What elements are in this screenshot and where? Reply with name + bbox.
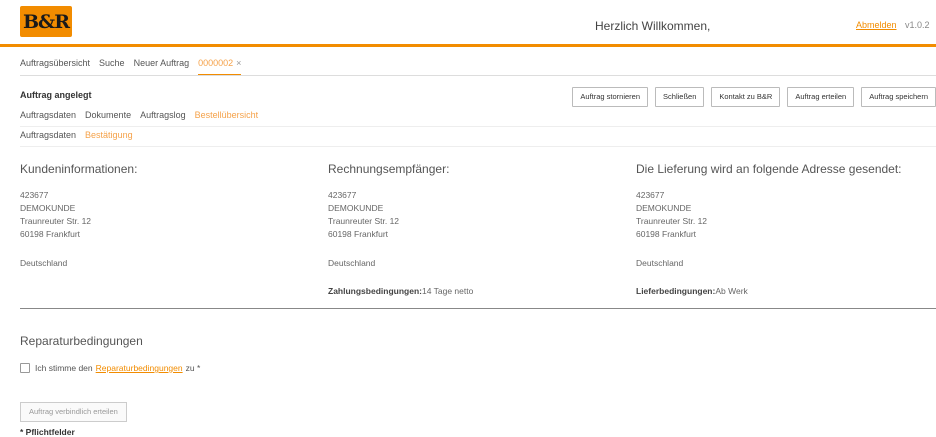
section-divider (20, 308, 936, 309)
contact-button[interactable]: Kontakt zu B&R (711, 87, 781, 107)
tab-auftragslog[interactable]: Auftragslog (140, 110, 186, 127)
consent-checkbox[interactable] (20, 363, 30, 373)
consent-row: Ich stimme den Reparaturbedingungen zu * (20, 363, 200, 373)
divider (20, 75, 936, 76)
customer-name: DEMOKUNDE (20, 203, 76, 213)
divider (20, 126, 936, 127)
tab-order-label: 0000002 (198, 58, 234, 68)
payment-terms: Zahlungsbedingungen:14 Tage netto (328, 286, 473, 296)
cancel-order-button[interactable]: Auftrag stornieren (572, 87, 649, 107)
delivery-country: Deutschland (636, 258, 684, 268)
payment-terms-label: Zahlungsbedingungen: (328, 286, 422, 296)
customer-country: Deutschland (20, 258, 68, 268)
submit-order-button[interactable]: Auftrag verbindlich erteilen (20, 402, 127, 422)
customer-title: Kundeninformationen: (20, 162, 138, 176)
billing-name: DEMOKUNDE (328, 203, 384, 213)
billing-address: 423677 DEMOKUNDE Traunreuter Str. 12 601… (328, 189, 618, 241)
tab-bestaetigung[interactable]: Bestätigung (85, 130, 133, 147)
customer-info: Kundeninformationen: 423677 DEMOKUNDE Tr… (20, 162, 310, 241)
consent-prefix: Ich stimme den (35, 363, 93, 373)
order-status: Auftrag angelegt (20, 90, 92, 100)
delivery-name: DEMOKUNDE (636, 203, 692, 213)
tab-auftragsdaten[interactable]: Auftragsdaten (20, 110, 76, 127)
billing-city: 60198 Frankfurt (328, 229, 389, 239)
delivery-terms: Lieferbedingungen:Ab Werk (636, 286, 748, 296)
divider (20, 146, 936, 147)
logout-link[interactable]: Abmelden (856, 20, 897, 30)
customer-number: 423677 (20, 190, 49, 200)
main-tabs: Auftragsübersicht Suche Neuer Auftrag 00… (20, 58, 250, 75)
tab-bestelluebersicht[interactable]: Bestellübersicht (194, 110, 259, 127)
billing-info: Rechnungsempfänger: 423677 DEMOKUNDE Tra… (328, 162, 618, 241)
version-label: v1.0.2 (905, 20, 930, 30)
repair-title: Reparaturbedingungen (20, 334, 143, 348)
close-icon[interactable]: × (236, 58, 241, 68)
customer-address: 423677 DEMOKUNDE Traunreuter Str. 12 601… (20, 189, 310, 241)
header-accent-bar (0, 44, 936, 47)
br-logo[interactable]: B&R (20, 6, 72, 37)
delivery-terms-label: Lieferbedingungen: (636, 286, 716, 296)
customer-city: 60198 Frankfurt (20, 229, 81, 239)
delivery-city: 60198 Frankfurt (636, 229, 697, 239)
delivery-info: Die Lieferung wird an folgende Adresse g… (636, 162, 926, 241)
delivery-title: Die Lieferung wird an folgende Adresse g… (636, 162, 902, 176)
sub-tabs: Auftragsdaten Dokumente Auftragslog Best… (20, 110, 267, 127)
consent-suffix: zu * (185, 363, 201, 373)
sub-sub-tabs: Auftragsdaten Bestätigung (20, 130, 142, 147)
tab-auftragsuebersicht[interactable]: Auftragsübersicht (20, 58, 90, 75)
header: B&R Herzlich Willkommen, Abmelden v1.0.2 (0, 0, 936, 45)
billing-country: Deutschland (328, 258, 376, 268)
close-button[interactable]: Schließen (655, 87, 705, 107)
save-order-button[interactable]: Auftrag speichern (861, 87, 936, 107)
tab-neuer-auftrag[interactable]: Neuer Auftrag (134, 58, 190, 75)
payment-terms-value: 14 Tage netto (421, 286, 474, 296)
customer-street: Traunreuter Str. 12 (20, 216, 92, 226)
billing-street: Traunreuter Str. 12 (328, 216, 400, 226)
tab-order-0000002[interactable]: 0000002 × (198, 58, 242, 75)
tab-auftragsdaten-detail[interactable]: Auftragsdaten (20, 130, 76, 147)
tab-suche[interactable]: Suche (99, 58, 125, 75)
place-order-button[interactable]: Auftrag erteilen (787, 87, 855, 107)
delivery-address: 423677 DEMOKUNDE Traunreuter Str. 12 601… (636, 189, 926, 241)
delivery-number: 423677 (636, 190, 665, 200)
billing-title: Rechnungsempfänger: (328, 162, 450, 176)
welcome-text: Herzlich Willkommen, (595, 19, 711, 33)
action-toolbar: Auftrag stornieren Schließen Kontakt zu … (565, 87, 936, 107)
delivery-street: Traunreuter Str. 12 (636, 216, 708, 226)
repair-terms-link[interactable]: Reparaturbedingungen (96, 363, 183, 373)
required-note: * Pflichtfelder (20, 427, 75, 437)
billing-number: 423677 (328, 190, 357, 200)
tab-dokumente[interactable]: Dokumente (85, 110, 131, 127)
logo-text: B&R (22, 10, 70, 33)
delivery-terms-value: Ab Werk (715, 286, 748, 296)
